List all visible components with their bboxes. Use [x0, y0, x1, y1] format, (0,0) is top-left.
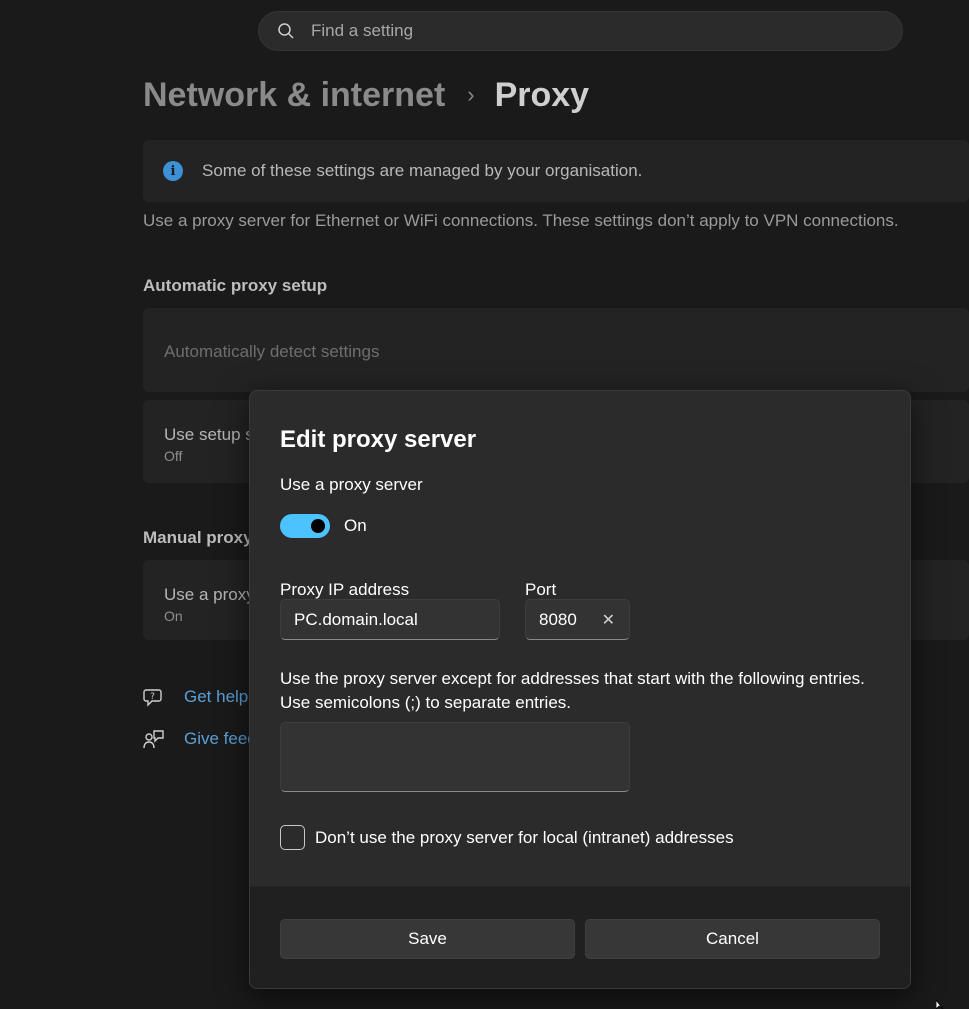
- exceptions-instructions-2: Use semicolons (;) to separate entries.: [280, 693, 572, 712]
- use-proxy-label: Use a proxy server: [280, 475, 423, 494]
- cancel-button[interactable]: Cancel: [585, 919, 880, 959]
- get-help-text: Get help: [184, 687, 249, 706]
- proxy-ip-input[interactable]: PC.domain.local: [280, 599, 500, 640]
- give-feedback-text: Give feed: [184, 729, 257, 748]
- search-icon: [278, 23, 294, 39]
- port-label: Port: [525, 580, 557, 599]
- mouse-cursor-icon: [936, 1000, 944, 1009]
- help-chat-icon: ?: [143, 689, 162, 707]
- managed-banner: i Some of these settings are managed by …: [143, 140, 969, 202]
- proxy-ip-label: Proxy IP address: [280, 580, 410, 599]
- detect-settings-card[interactable]: Automatically detect settings: [143, 308, 969, 392]
- edit-proxy-dialog: Edit proxy server Use a proxy server On …: [249, 390, 911, 989]
- detect-settings-label: Automatically detect settings: [164, 342, 380, 361]
- toggle-state-label: On: [344, 516, 367, 535]
- local-addresses-checkbox[interactable]: [280, 825, 305, 850]
- clear-icon[interactable]: ✕: [602, 610, 615, 630]
- get-help-link[interactable]: ? Get help: [143, 686, 248, 708]
- breadcrumb: Network & internet › Proxy: [143, 72, 589, 118]
- search-box[interactable]: Find a setting: [258, 11, 903, 51]
- exceptions-textarea[interactable]: [280, 722, 630, 792]
- breadcrumb-parent[interactable]: Network & internet: [143, 76, 445, 115]
- search-placeholder: Find a setting: [311, 21, 414, 40]
- banner-text: Some of these settings are managed by yo…: [202, 161, 643, 180]
- dialog-footer: Save Cancel: [250, 886, 910, 988]
- port-value: 8080: [539, 609, 577, 629]
- local-addresses-label[interactable]: Don’t use the proxy server for local (in…: [315, 828, 734, 848]
- give-feedback-link[interactable]: Give feed: [143, 728, 257, 750]
- proxy-ip-value: PC.domain.local: [294, 609, 418, 629]
- automatic-heading: Automatic proxy setup: [143, 276, 328, 295]
- svg-text:?: ?: [150, 692, 155, 702]
- page-title: Proxy: [494, 75, 590, 114]
- info-icon: i: [163, 161, 183, 181]
- toggle-knob: [311, 519, 325, 533]
- dialog-title: Edit proxy server: [280, 426, 477, 453]
- save-button[interactable]: Save: [280, 919, 575, 959]
- feedback-icon: [143, 730, 164, 749]
- manual-heading: Manual proxy: [143, 528, 253, 547]
- breadcrumb-chevron-icon: ›: [467, 82, 475, 107]
- exceptions-instructions-1: Use the proxy server except for addresse…: [280, 669, 865, 688]
- use-proxy-toggle[interactable]: [280, 514, 330, 538]
- page-description: Use a proxy server for Ethernet or WiFi …: [143, 211, 899, 230]
- port-input[interactable]: 8080 ✕: [525, 599, 630, 640]
